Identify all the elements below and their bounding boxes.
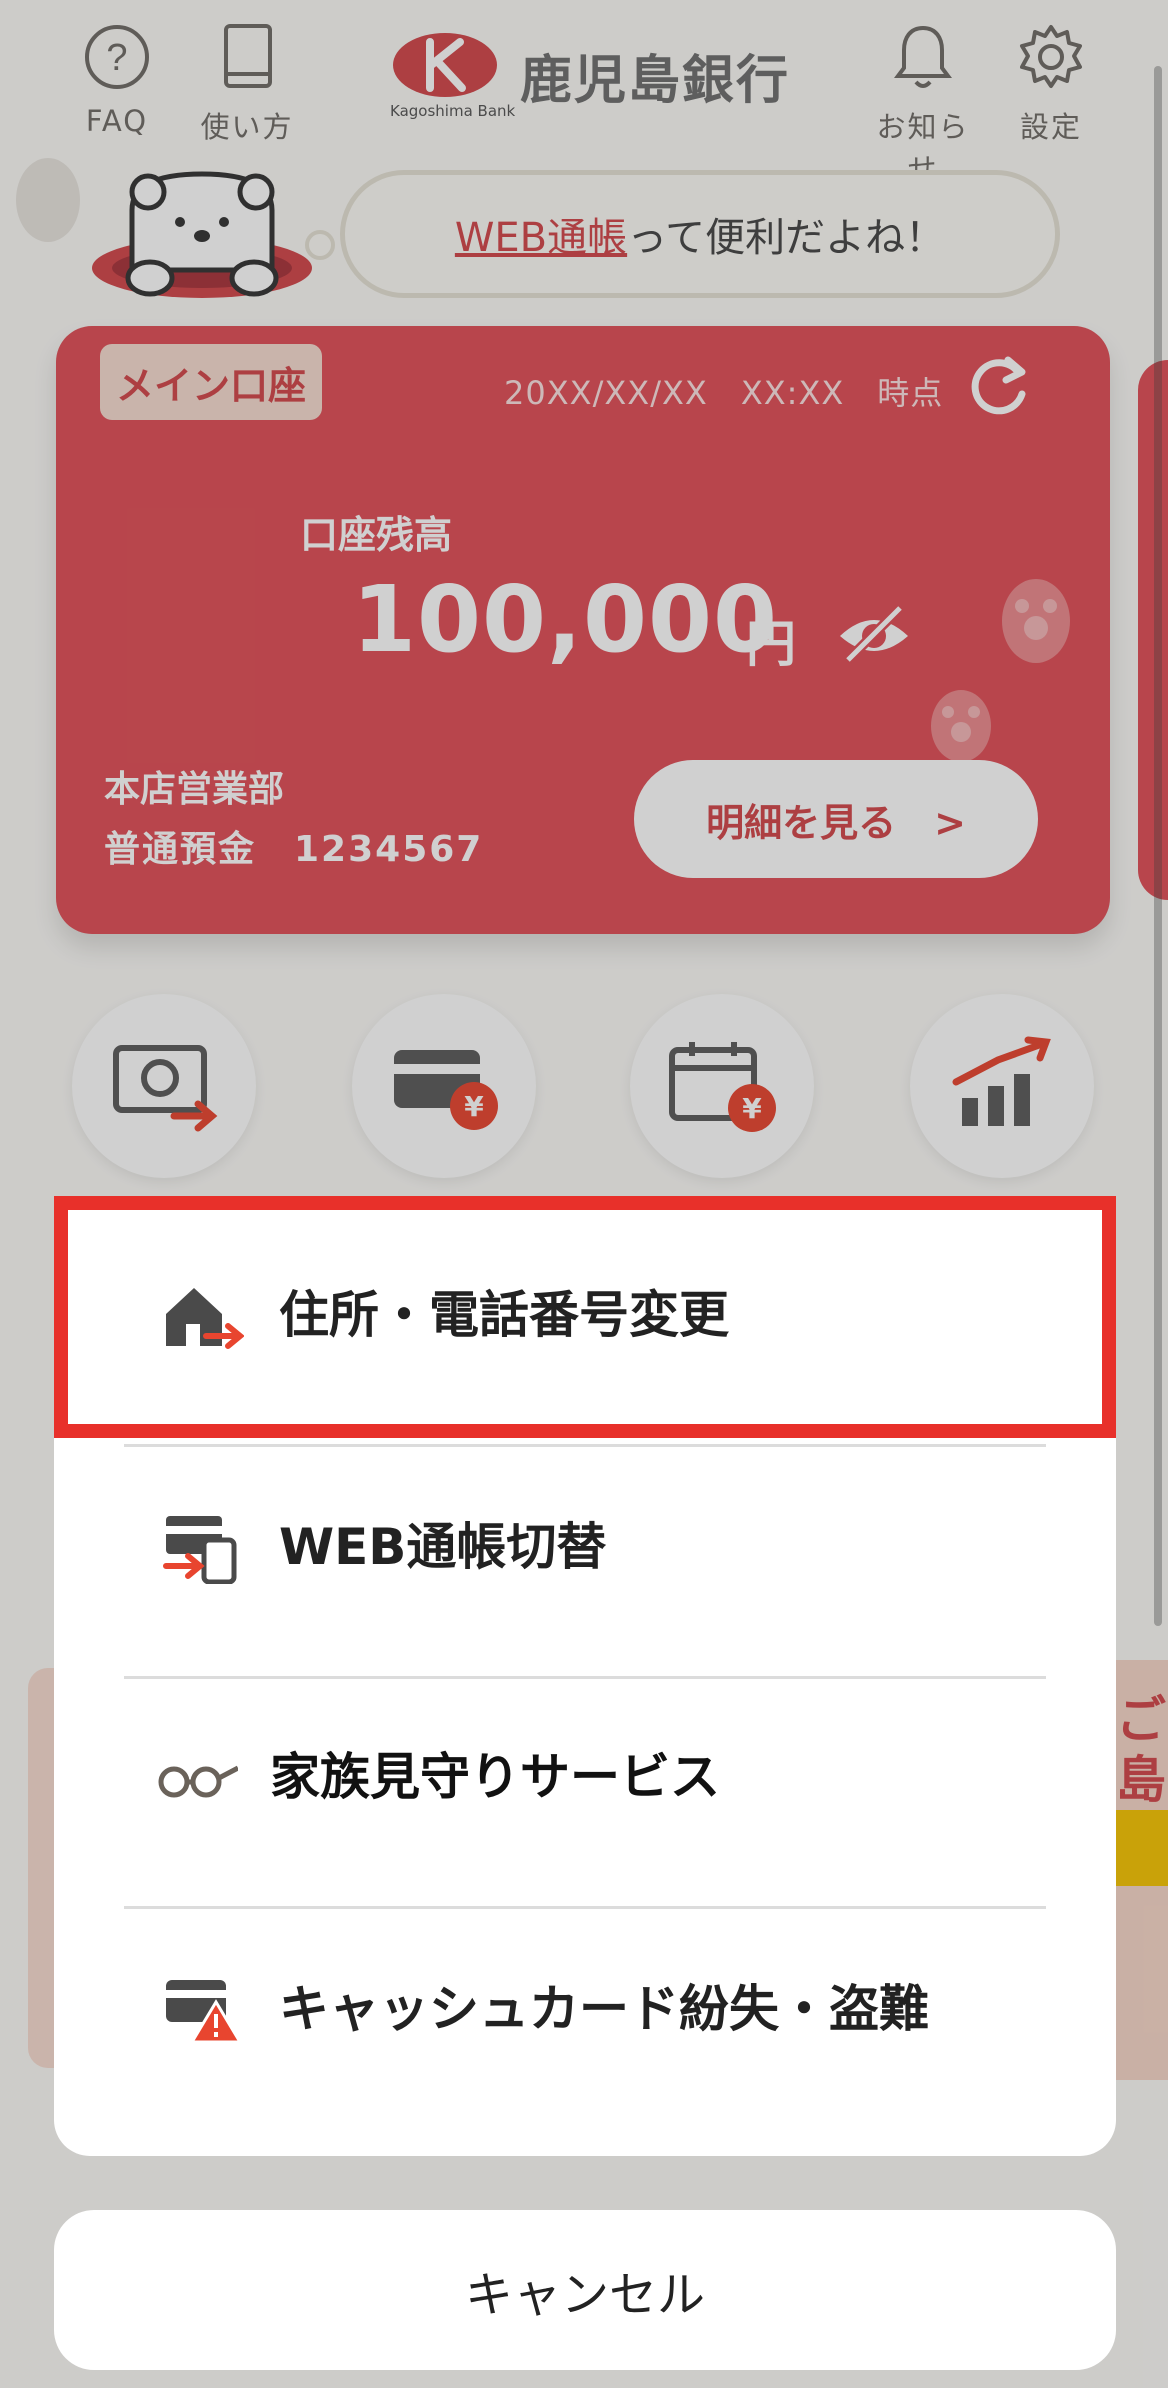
address-phone-change-item[interactable]: 住所・電話番号変更 <box>54 1196 1116 1426</box>
device-switch-icon <box>163 1516 237 1584</box>
card-warning-icon <box>166 1980 243 2044</box>
app-background: ? FAQ 使い方 鹿児島銀行 Kagoshima Bank お知らせ 設定 W… <box>0 0 1168 2388</box>
cancel-button[interactable]: キャンセル <box>54 2210 1116 2370</box>
family-watch-label: 家族見守りサービス <box>270 1748 720 1806</box>
address-phone-change-label: 住所・電話番号変更 <box>279 1286 729 1344</box>
web-passbook-switch-label: WEB通帳切替 <box>279 1518 607 1576</box>
scrollbar[interactable] <box>1154 66 1162 1626</box>
glasses-icon <box>158 1765 238 1798</box>
card-lost-stolen-label: キャッシュカード紛失・盗難 <box>279 1980 929 2038</box>
house-arrow-icon <box>166 1288 244 1349</box>
web-passbook-switch-item[interactable]: WEB通帳切替 <box>54 1428 1116 1658</box>
card-lost-stolen-item[interactable]: キャッシュカード紛失・盗難 <box>54 1890 1116 2120</box>
family-watch-item[interactable]: 家族見守りサービス <box>54 1658 1116 1888</box>
action-sheet: 住所・電話番号変更 WEB通帳切替 家族見守りサービス キャッシュカード紛失・盗… <box>54 1196 1116 2156</box>
